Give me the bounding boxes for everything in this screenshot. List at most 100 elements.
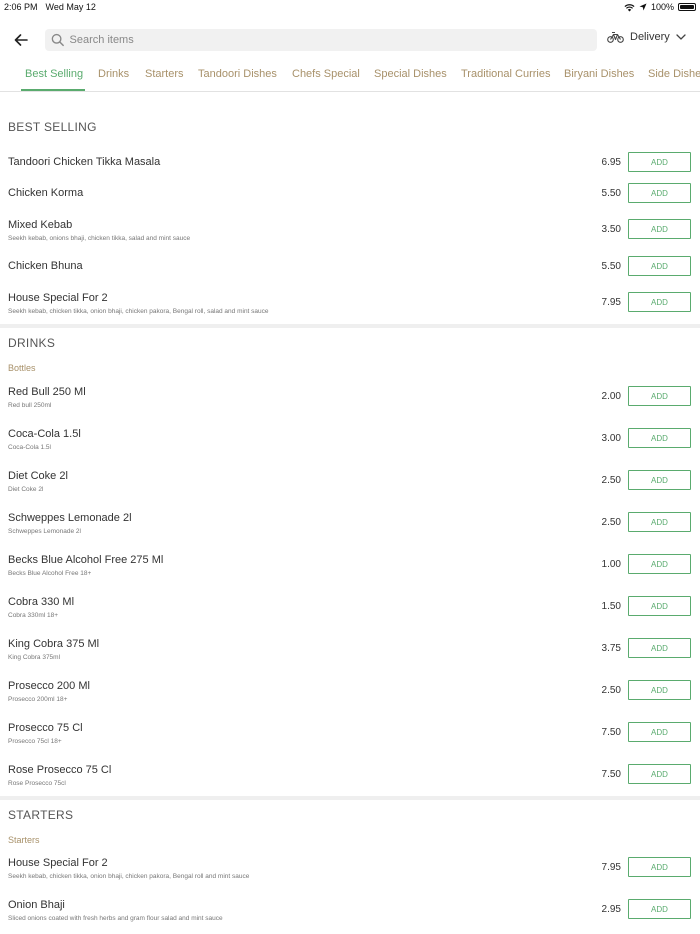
item-price: 7.50 [601,769,621,780]
item-description: Coca-Cola 1.5l [8,444,51,451]
arrow-left-icon [14,34,28,46]
item-description: Becks Blue Alcohol Free 18+ [8,570,92,577]
delivery-label: Delivery [630,31,670,43]
item-description: King Cobra 375ml [8,654,61,661]
item-price: 3.75 [601,643,621,654]
status-date: Wed May 12 [45,2,96,12]
item-price: 2.95 [601,904,621,915]
item-price: 1.00 [601,559,621,570]
item-name: Schweppes Lemonade 2l [8,512,132,524]
item-description: Prosecco 200ml 18+ [8,696,68,703]
item-description: Diet Coke 2l [8,486,44,493]
delivery-selector[interactable]: Delivery [607,31,686,43]
add-button[interactable]: ADD [628,596,691,616]
item-price: 2.50 [601,685,621,696]
add-button[interactable]: ADD [628,722,691,742]
item-description: Prosecco 75cl 18+ [8,738,62,745]
item-description: Rose Prosecco 75cl [8,780,66,787]
tab-tandoori-dishes[interactable]: Tandoori Dishes [198,68,277,80]
item-price: 2.50 [601,517,621,528]
add-button[interactable]: ADD [628,680,691,700]
item-price: 1.50 [601,601,621,612]
back-button[interactable] [10,30,32,50]
item-name: Becks Blue Alcohol Free 275 Ml [8,554,164,566]
add-button[interactable]: ADD [628,219,691,239]
item-name: Prosecco 75 Cl [8,722,83,734]
item-price: 2.50 [601,475,621,486]
tab-traditional-curries[interactable]: Traditional Curries [461,68,550,80]
item-description: Seekh kebab, chicken tikka, onion bhaji,… [8,873,250,880]
add-button[interactable]: ADD [628,638,691,658]
add-button[interactable]: ADD [628,256,691,276]
add-button[interactable]: ADD [628,386,691,406]
item-name: Coca-Cola 1.5l [8,428,81,440]
subsection-title-bottles: Bottles [8,363,36,373]
chevron-down-icon [676,34,686,40]
tab-drinks[interactable]: Drinks [98,68,129,80]
wifi-icon [624,3,635,11]
item-name: King Cobra 375 Ml [8,638,100,650]
item-name: House Special For 2 [8,292,108,304]
item-price: 7.50 [601,727,621,738]
top-bar: Delivery [0,24,700,56]
category-tabs: Best Selling Drinks Starters Tandoori Di… [0,62,700,92]
item-name: Chicken Korma [8,187,84,199]
item-name: Red Bull 250 Ml [8,386,86,398]
add-button[interactable]: ADD [628,857,691,877]
item-description: Schweppes Lemonade 2l [8,528,81,535]
add-button[interactable]: ADD [628,470,691,490]
add-button[interactable]: ADD [628,764,691,784]
tab-chefs-special[interactable]: Chefs Special [292,68,360,80]
subsection-title-starters: Starters [8,835,40,845]
item-name: Onion Bhaji [8,899,65,911]
item-description: Seekh kebab, chicken tikka, onion bhaji,… [8,308,269,315]
item-price: 5.50 [601,261,621,272]
item-name: Cobra 330 Ml [8,596,75,608]
location-arrow-icon [639,3,647,11]
search-input[interactable] [69,34,597,46]
item-price: 7.95 [601,862,621,873]
item-price: 6.95 [601,157,621,168]
status-bar: 2:06 PM Wed May 12 100% [0,0,700,16]
active-tab-indicator [21,89,85,91]
tab-starters[interactable]: Starters [145,68,184,80]
item-price: 7.95 [601,297,621,308]
item-name: Rose Prosecco 75 Cl [8,764,112,776]
tab-special-dishes[interactable]: Special Dishes [374,68,447,80]
item-name: Mixed Kebab [8,219,73,231]
section-title-starters: STARTERS [8,808,74,822]
item-description: Sliced onions coated with fresh herbs an… [8,915,223,922]
status-time: 2:06 PM [4,2,38,12]
add-button[interactable]: ADD [628,183,691,203]
item-description: Cobra 330ml 18+ [8,612,59,619]
tab-best-selling[interactable]: Best Selling [25,68,83,80]
tab-side-dishes[interactable]: Side Dishe [648,68,700,80]
section-divider [0,324,700,328]
search-icon [51,33,64,47]
item-name: Prosecco 200 Ml [8,680,90,692]
bike-icon [607,31,624,43]
item-name: Chicken Bhuna [8,260,83,272]
battery-icon [678,3,696,11]
item-description: Red bull 250ml [8,402,52,409]
add-button[interactable]: ADD [628,428,691,448]
item-price: 3.00 [601,433,621,444]
battery-percent: 100% [650,2,674,12]
add-button[interactable]: ADD [628,292,691,312]
item-name: House Special For 2 [8,857,108,869]
search-bar[interactable] [45,29,597,51]
item-name: Diet Coke 2l [8,470,68,482]
item-name: Tandoori Chicken Tikka Masala [8,156,161,168]
section-title-drinks: DRINKS [8,336,56,350]
tab-biryani-dishes[interactable]: Biryani Dishes [564,68,634,80]
item-price: 2.00 [601,391,621,402]
section-title-best-selling: BEST SELLING [8,120,97,134]
item-price: 5.50 [601,188,621,199]
add-button[interactable]: ADD [628,512,691,532]
add-button[interactable]: ADD [628,554,691,574]
item-description: Seekh kebab, onions bhaji, chicken tikka… [8,235,191,242]
add-button[interactable]: ADD [628,152,691,172]
add-button[interactable]: ADD [628,899,691,919]
item-price: 3.50 [601,224,621,235]
section-divider [0,796,700,800]
